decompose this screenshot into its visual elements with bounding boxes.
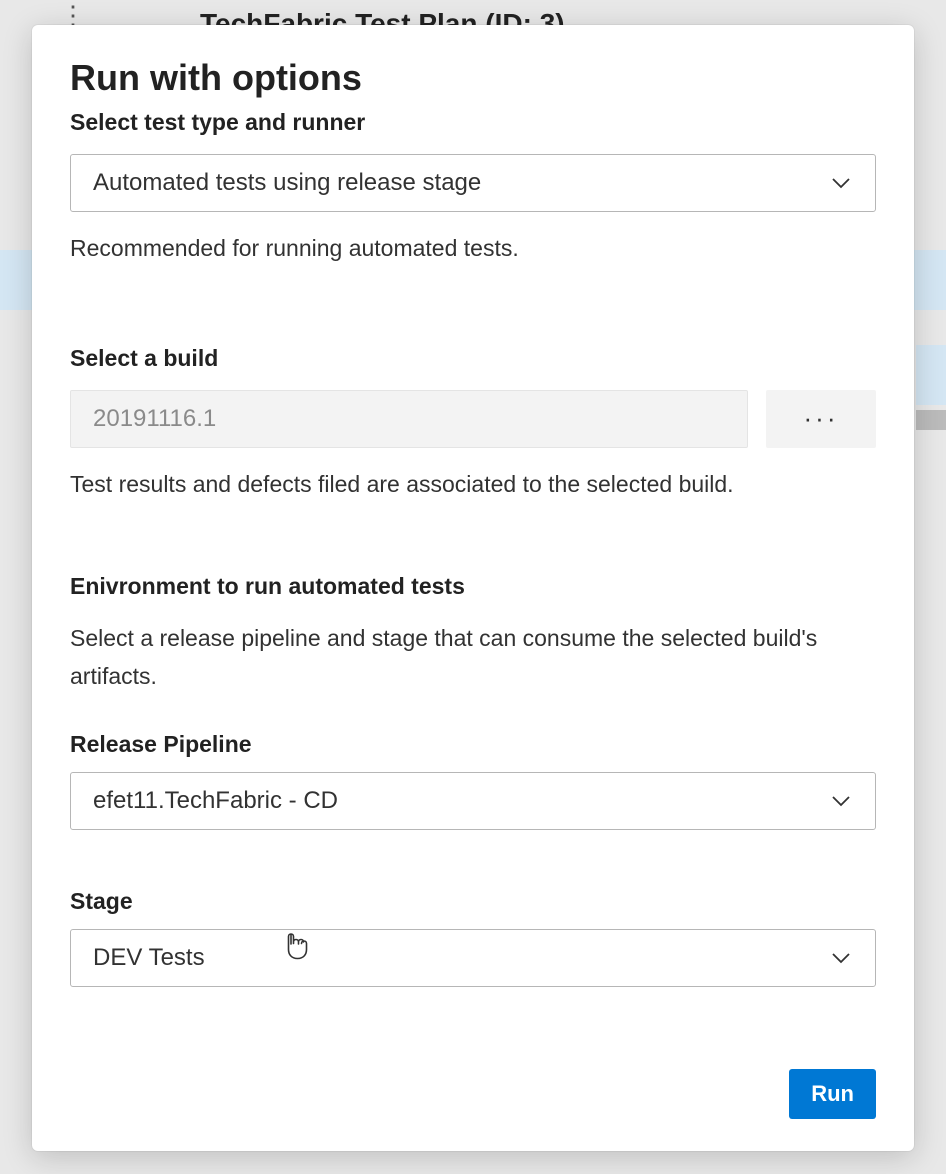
stage-dropdown[interactable]: DEV Tests: [70, 929, 876, 987]
build-input[interactable]: 20191116.1: [70, 390, 748, 448]
test-type-dropdown[interactable]: Automated tests using release stage: [70, 154, 876, 212]
chevron-down-icon: [829, 946, 853, 970]
stage-label: Stage: [70, 888, 876, 915]
release-pipeline-selected: efet11.TechFabric - CD: [93, 787, 338, 815]
run-with-options-dialog: Run with options Select test type and ru…: [32, 25, 914, 1151]
build-browse-button[interactable]: ···: [766, 390, 876, 448]
stage-selected: DEV Tests: [93, 944, 205, 972]
release-pipeline-dropdown[interactable]: efet11.TechFabric - CD: [70, 772, 876, 830]
chevron-down-icon: [829, 789, 853, 813]
background-divider: [916, 410, 946, 430]
build-label: Select a build: [70, 345, 876, 372]
build-value: 20191116.1: [93, 405, 216, 433]
environment-description: Select a release pipeline and stage that…: [70, 620, 876, 696]
test-type-selected: Automated tests using release stage: [93, 169, 481, 197]
dialog-footer: Run: [789, 1069, 876, 1119]
test-type-label: Select test type and runner: [70, 109, 876, 136]
release-pipeline-label: Release Pipeline: [70, 731, 876, 758]
build-helper: Test results and defects filed are assoc…: [70, 466, 876, 503]
run-button[interactable]: Run: [789, 1069, 876, 1119]
test-type-helper: Recommended for running automated tests.: [70, 230, 876, 267]
environment-heading: Enivronment to run automated tests: [70, 573, 876, 600]
chevron-down-icon: [829, 171, 853, 195]
build-row: 20191116.1 ···: [70, 390, 876, 448]
background-highlight-band: [916, 345, 946, 405]
dialog-title: Run with options: [70, 57, 876, 99]
